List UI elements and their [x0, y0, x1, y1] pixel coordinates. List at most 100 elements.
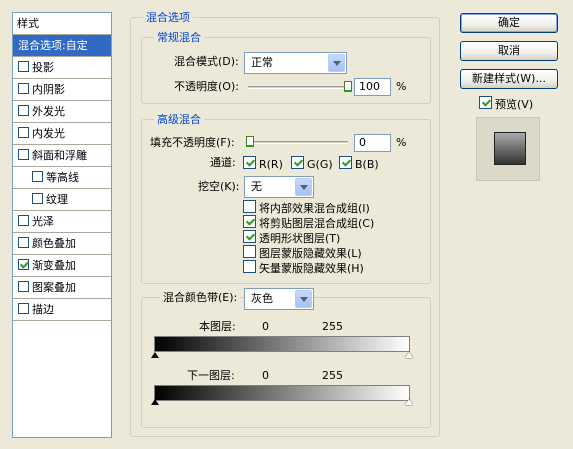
fill-opacity-unit: %: [396, 136, 407, 149]
style-item[interactable]: 颜色叠加: [13, 233, 111, 255]
style-item[interactable]: 等高线: [13, 167, 111, 189]
ok-button[interactable]: 确定: [460, 13, 558, 33]
fill-opacity-slider-thumb[interactable]: [246, 136, 254, 147]
advanced-option-label: 将内部效果混合成组(I): [259, 202, 370, 215]
style-item-checkbox[interactable]: [18, 281, 29, 292]
blend-if-group: [141, 297, 431, 428]
opacity-label: 不透明度(O):: [174, 80, 239, 93]
channel-checkbox-box[interactable]: [339, 156, 352, 169]
fill-opacity-label: 填充不透明度(F):: [150, 136, 235, 149]
advanced-blending-title: 高级混合: [154, 113, 204, 126]
chevron-down-icon: [295, 178, 312, 196]
chevron-down-icon: [295, 290, 312, 308]
style-item-label: 光泽: [32, 215, 54, 228]
underlying-layer-gradient: [154, 385, 410, 401]
style-item-checkbox[interactable]: [18, 259, 29, 270]
style-item-checkbox[interactable]: [32, 171, 43, 182]
advanced-option-label: 图层蒙版隐藏效果(L): [259, 247, 362, 260]
advanced-option-label: 将剪贴图层混合成组(C): [259, 217, 375, 230]
advanced-option-label: 矢量蒙版隐藏效果(H): [259, 262, 364, 275]
blend-if-label: 混合颜色带(E):: [160, 291, 241, 305]
style-item[interactable]: 投影: [13, 57, 111, 79]
channel-checkbox[interactable]: B(B): [339, 156, 379, 172]
underlying-layer-max: 255: [322, 369, 343, 382]
styles-list: 样式 混合选项:自定 投影 内阴影 外发光 内发光 斜面和浮雕 等高线 纹理 光泽 颜色叠加 渐变叠…: [12, 12, 112, 438]
knockout-label: 挖空(K):: [198, 180, 240, 193]
general-blending-title: 常规混合: [154, 31, 204, 44]
this-layer-label: 本图层:: [199, 320, 236, 333]
style-item[interactable]: 描边: [13, 299, 111, 321]
channel-checkbox[interactable]: G(G): [291, 156, 333, 172]
channel-checkbox[interactable]: R(R): [243, 156, 283, 172]
style-item-label: 纹理: [46, 193, 68, 206]
underlying-layer-label: 下一图层:: [187, 369, 235, 382]
channel-checkbox-box[interactable]: [291, 156, 304, 169]
advanced-option-box[interactable]: [243, 215, 256, 228]
style-item[interactable]: 图案叠加: [13, 277, 111, 299]
preview-checkbox-box[interactable]: [479, 96, 492, 109]
underlying-layer-black-slider[interactable]: [151, 399, 159, 405]
style-item-checkbox[interactable]: [18, 303, 29, 314]
opacity-slider-track[interactable]: [248, 86, 348, 89]
style-item-checkbox[interactable]: [18, 105, 29, 116]
cancel-button[interactable]: 取消: [460, 41, 558, 61]
fill-opacity-slider-track[interactable]: [248, 141, 348, 144]
opacity-input[interactable]: 100: [354, 78, 391, 96]
style-item-label: 内发光: [32, 127, 65, 140]
channel-checkbox-label: G(G): [307, 158, 333, 171]
styles-items: 混合选项:自定投影内阴影外发光内发光斜面和浮雕等高线纹理光泽颜色叠加渐变叠加图案…: [13, 35, 111, 321]
fill-opacity-input[interactable]: 0: [354, 134, 391, 152]
style-item[interactable]: 光泽: [13, 211, 111, 233]
this-layer-gradient: [154, 336, 410, 352]
style-item-checkbox[interactable]: [18, 127, 29, 138]
advanced-option-checkbox[interactable]: 将剪贴图层混合成组(C): [243, 215, 374, 231]
knockout-select[interactable]: 无: [244, 176, 314, 198]
preview-swatch: [494, 132, 526, 165]
channel-checkbox-box[interactable]: [243, 156, 256, 169]
style-item-label: 颜色叠加: [32, 237, 76, 250]
style-item-checkbox[interactable]: [32, 193, 43, 204]
advanced-option-checkbox[interactable]: 透明形状图层(T): [243, 230, 340, 246]
advanced-option-checkbox[interactable]: 矢量蒙版隐藏效果(H): [243, 260, 364, 276]
style-item[interactable]: 斜面和浮雕: [13, 145, 111, 167]
advanced-option-label: 透明形状图层(T): [259, 232, 341, 245]
this-layer-black-slider[interactable]: [151, 352, 159, 358]
channels-label: 通道:: [210, 156, 236, 169]
style-item-checkbox[interactable]: [18, 83, 29, 94]
advanced-option-box[interactable]: [243, 245, 256, 258]
advanced-option-box[interactable]: [243, 260, 256, 273]
style-item-label: 等高线: [46, 171, 79, 184]
style-item[interactable]: 渐变叠加: [13, 255, 111, 277]
advanced-option-checkbox[interactable]: 图层蒙版隐藏效果(L): [243, 245, 362, 261]
chevron-down-icon: [328, 54, 345, 72]
style-item-label: 内阴影: [32, 83, 65, 96]
this-layer-white-slider[interactable]: [405, 352, 413, 358]
blend-options-title: 混合选项: [143, 11, 193, 24]
underlying-layer-white-slider[interactable]: [405, 399, 413, 405]
style-item[interactable]: 外发光: [13, 101, 111, 123]
blend-mode-select[interactable]: 正常: [244, 52, 347, 74]
style-item-label: 斜面和浮雕: [32, 149, 87, 162]
style-item[interactable]: 混合选项:自定: [13, 35, 111, 57]
style-item-checkbox[interactable]: [18, 215, 29, 226]
style-item-checkbox[interactable]: [18, 237, 29, 248]
style-item-label: 投影: [32, 61, 54, 74]
advanced-option-box[interactable]: [243, 200, 256, 213]
advanced-option-checkbox[interactable]: 将内部效果混合成组(I): [243, 200, 370, 216]
style-item-label: 渐变叠加: [32, 259, 76, 272]
new-style-button[interactable]: 新建样式(W)...: [460, 69, 558, 89]
style-item[interactable]: 内发光: [13, 123, 111, 145]
style-item-checkbox[interactable]: [18, 61, 29, 72]
opacity-slider-thumb[interactable]: [344, 81, 352, 92]
style-item[interactable]: 纹理: [13, 189, 111, 211]
style-item-label: 混合选项:自定: [18, 39, 88, 52]
advanced-option-box[interactable]: [243, 230, 256, 243]
style-item[interactable]: 内阴影: [13, 79, 111, 101]
style-item-checkbox[interactable]: [18, 149, 29, 160]
blend-if-select[interactable]: 灰色: [244, 288, 314, 310]
preview-checkbox[interactable]: 预览(V): [479, 96, 533, 112]
underlying-layer-min: 0: [262, 369, 269, 382]
opacity-unit: %: [396, 80, 407, 93]
this-layer-min: 0: [262, 320, 269, 333]
style-item-label: 描边: [32, 303, 54, 316]
